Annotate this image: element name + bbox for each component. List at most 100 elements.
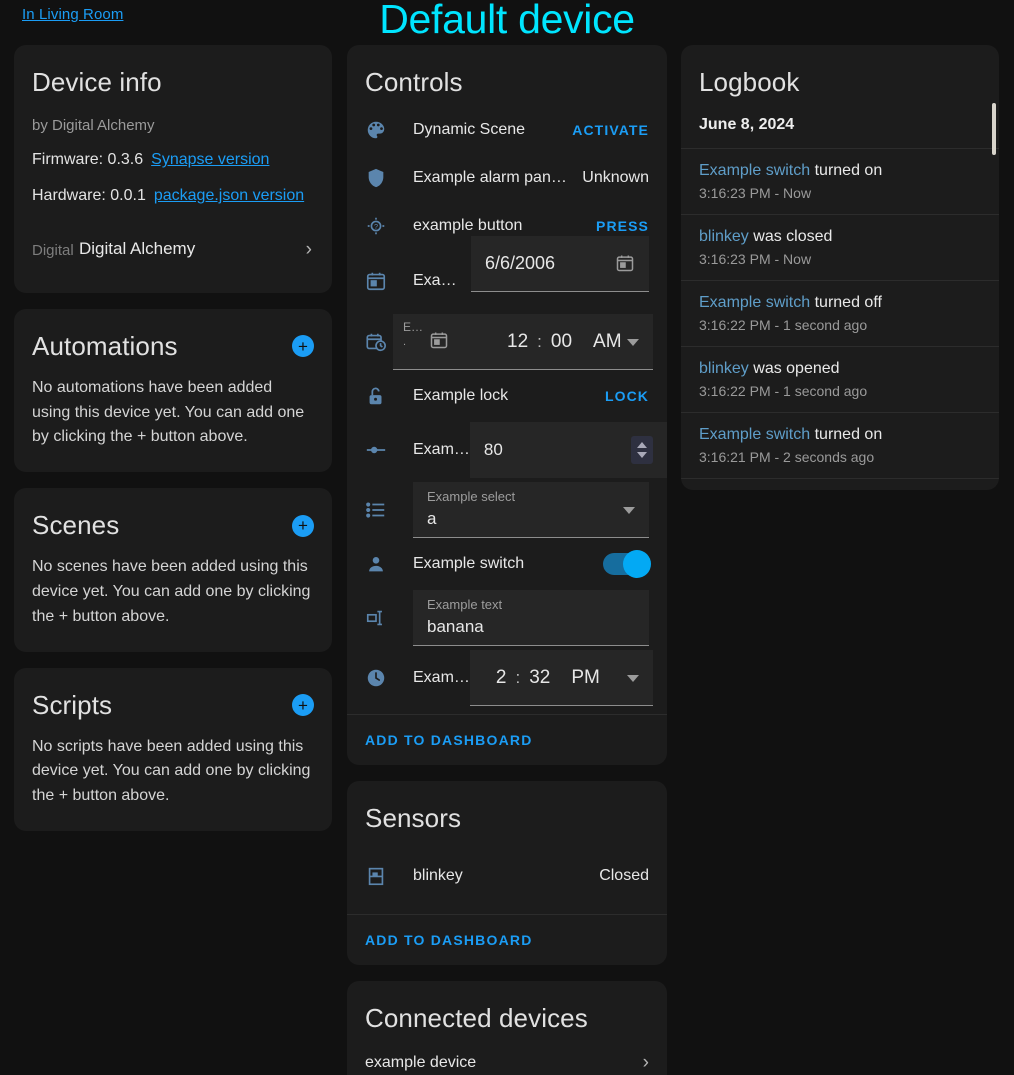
scripts-empty-text: No scripts have been added using this de… (32, 737, 311, 805)
logbook-action: turned on (810, 162, 883, 179)
hour-value[interactable]: 2 (496, 667, 507, 689)
synapse-version-link[interactable]: Synapse version (151, 151, 269, 168)
automations-title: Automations (32, 330, 178, 361)
number-value: 80 (483, 440, 503, 459)
logbook-scrollbar[interactable] (992, 103, 996, 155)
chevron-right-icon: › (642, 1052, 649, 1073)
calendar-picker-icon[interactable] (429, 330, 449, 350)
activate-button[interactable]: ACTIVATE (572, 122, 649, 138)
logbook-title: Logbook (699, 67, 800, 97)
logbook-entry-text: Example switch turned on (699, 426, 981, 444)
hour-value[interactable]: 12 (507, 331, 528, 353)
automations-empty-text: No automations have been added using thi… (32, 378, 305, 446)
svg-text:?: ? (374, 222, 378, 231)
lock-button[interactable]: LOCK (605, 388, 649, 404)
logbook-action: turned off (810, 294, 882, 311)
control-row-example-select[interactable]: Example select a (347, 480, 667, 540)
datetime-date-input[interactable]: E… . (393, 314, 481, 370)
logbook-entity-link[interactable]: Example switch (699, 162, 810, 179)
minute-value[interactable]: 32 (529, 667, 550, 689)
logbook-entry[interactable]: Example switch turned on 3:16:23 PM - No… (681, 149, 999, 215)
control-name: Example switch (413, 555, 525, 572)
logbook-entity-link[interactable]: blinkey (699, 228, 749, 245)
page-title: Default device (379, 0, 635, 42)
sensor-row-blinkey[interactable]: blinkey Closed (347, 852, 667, 900)
chevron-down-icon[interactable] (623, 507, 635, 514)
logbook-entry-time: 3:16:21 PM - 2 seconds ago (699, 449, 875, 465)
chevron-right-icon: › (305, 238, 312, 260)
add-script-button[interactable]: + (292, 694, 314, 717)
package-json-version-link[interactable]: package.json version (154, 187, 304, 204)
controls-add-to-dashboard-button[interactable]: ADD TO DASHBOARD (347, 714, 667, 765)
scenes-title: Scenes (32, 510, 120, 541)
connected-devices-title: Connected devices (365, 1003, 588, 1033)
control-row-example-switch[interactable]: Example switch (347, 540, 667, 588)
device-info-card: Device info by Digital Alchemy Firmware:… (14, 45, 332, 293)
logbook-entry-time: 3:16:22 PM - 1 second ago (699, 317, 868, 333)
scripts-card: Scripts + No scripts have been added usi… (14, 667, 332, 832)
logbook-entry[interactable]: blinkey was closed 3:16:23 PM - Now (681, 215, 999, 281)
controls-title: Controls (365, 67, 463, 97)
device-page: In Living Room Default device Device inf… (0, 0, 1014, 1075)
alarm-panel-state: Unknown (582, 169, 649, 186)
logbook-entry-time: 3:16:23 PM - Now (699, 185, 812, 201)
connected-device-name: example device (365, 1054, 477, 1071)
logbook-action: turned on (810, 426, 883, 443)
control-row-example-date[interactable]: Exa… 6/6/2006 (347, 236, 667, 312)
clock-icon (365, 666, 393, 690)
minute-value[interactable]: 00 (551, 331, 572, 353)
calendar-picker-icon[interactable] (615, 253, 635, 273)
control-name: Exa… (413, 272, 457, 289)
connected-device-row[interactable]: example device › (347, 1034, 667, 1075)
control-row-alarm-panel[interactable]: Example alarm pan… Unknown (347, 154, 667, 202)
date-value: 6/6/2006 (485, 253, 556, 273)
control-name: Example lock (413, 387, 509, 404)
control-row-example-number[interactable]: Exam… 80 (347, 420, 667, 480)
device-info-footer-row[interactable]: Digital Alchemy Digital Alchemy › (32, 227, 314, 271)
gesture-tap-icon: ? (365, 214, 393, 238)
add-scene-button[interactable]: + (292, 514, 314, 537)
palette-icon (365, 118, 393, 142)
press-button[interactable]: PRESS (596, 218, 649, 234)
logbook-entry[interactable]: blinkey was opened 3:16:22 PM - 1 second… (681, 347, 999, 413)
shield-icon (365, 166, 393, 190)
logbook-entry-text: Example switch turned off (699, 294, 981, 312)
chevron-down-icon[interactable] (627, 675, 639, 682)
text-box-icon (365, 606, 393, 630)
logbook-entry[interactable]: Example switch turned off 3:16:22 PM - 1… (681, 281, 999, 347)
control-row-dynamic-scene[interactable]: Dynamic Scene ACTIVATE (347, 106, 667, 154)
text-input[interactable]: Example text banana (413, 590, 649, 646)
footer-truncated-label: Digital Alchemy (32, 241, 77, 259)
scenes-empty-text: No scenes have been added using this dev… (32, 558, 311, 625)
lock-open-icon (365, 384, 393, 408)
datetime-time-input[interactable]: 12 : 00 AM (481, 314, 653, 370)
time-input[interactable]: 2 : 32 PM (469, 650, 653, 706)
logbook-entity-link[interactable]: Example switch (699, 426, 810, 443)
meridiem-value[interactable]: PM (571, 667, 600, 689)
logbook-entry-time: 3:16:22 PM - 1 second ago (699, 383, 868, 399)
control-row-example-lock[interactable]: Example lock LOCK (347, 372, 667, 420)
datetime-sub-label: . (403, 336, 407, 348)
logbook-entry[interactable]: Example switch turned on 3:16:21 PM - 2 … (681, 413, 999, 479)
sensors-add-to-dashboard-button[interactable]: ADD TO DASHBOARD (347, 914, 667, 965)
control-row-example-time[interactable]: Exam… 2 : 32 PM (347, 648, 667, 708)
logbook-entity-link[interactable]: blinkey (699, 360, 749, 377)
hardware-label: Hardware: 0.0.1 (32, 187, 146, 205)
logbook-entry-text: Example switch turned on (699, 162, 981, 180)
control-row-example-datetime[interactable]: E… . 12 : 00 AM (347, 312, 667, 372)
control-row-example-text[interactable]: Example text banana (347, 588, 667, 648)
add-automation-button[interactable]: + (292, 335, 314, 358)
logbook-entity-link[interactable]: Example switch (699, 294, 810, 311)
switch-toggle[interactable] (603, 550, 651, 578)
calendar-clock-icon (365, 330, 393, 354)
chevron-down-icon[interactable] (627, 339, 639, 346)
meridiem-value[interactable]: AM (593, 331, 622, 353)
logbook-entry[interactable]: blinkey was closed (681, 479, 999, 490)
date-input[interactable]: 6/6/2006 (471, 236, 649, 292)
firmware-line: Firmware: 0.3.6 Synapse version (32, 148, 314, 173)
control-name: Dynamic Scene (413, 121, 526, 138)
number-stepper[interactable] (631, 436, 653, 464)
number-input[interactable]: 80 (469, 422, 667, 478)
time-colon: : (515, 667, 521, 687)
select-input[interactable]: Example select a (413, 482, 649, 538)
